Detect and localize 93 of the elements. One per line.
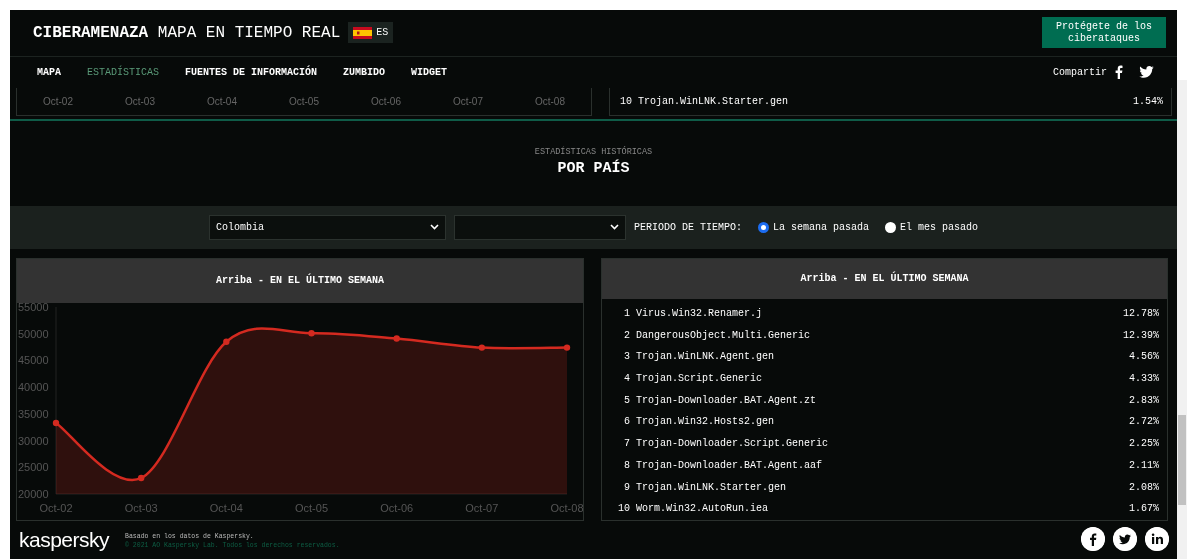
threat-share: 4.56% — [1129, 350, 1159, 365]
panel-title: Arriba - EN EL ÚLTIMO SEMANA — [17, 258, 583, 303]
axis-label: 35000 — [18, 407, 49, 420]
threat-name: Trojan.WinLNK.Agent.gen — [636, 350, 775, 365]
period-label: PERIODO DE TIEMPO: — [633, 220, 742, 235]
protect-button[interactable]: Protégete de los ciberataques — [1042, 17, 1166, 49]
threat-share: 2.83% — [1129, 393, 1159, 408]
threat-name: DangerousObject.Multi.Generic — [636, 328, 811, 343]
axis-label: Oct-04 — [209, 501, 243, 514]
scrollbar[interactable] — [1177, 80, 1187, 559]
rank-number: 4 — [623, 372, 630, 387]
threat-share: 2.25% — [1129, 437, 1159, 452]
threat-name: Trojan.WinLNK.Starter.gen — [638, 94, 789, 109]
logo[interactable]: kaspersky — [19, 523, 110, 555]
axis-label: Oct-03 — [125, 94, 155, 109]
radio-button[interactable] — [758, 221, 769, 233]
rank-number: 8 — [623, 458, 630, 473]
axis-label: Oct-02 — [39, 501, 73, 514]
nav-tab[interactable]: FUENTES DE INFORMACIÓN — [185, 64, 318, 80]
data-point — [223, 338, 230, 345]
threat-name: Trojan.Win32.Hosts2.gen — [636, 415, 775, 430]
scrollbar-thumb[interactable] — [1178, 415, 1186, 505]
radio-label: La semana pasada — [773, 220, 869, 235]
rank-number: 5 — [623, 393, 630, 408]
chevron-icon — [609, 224, 619, 231]
axis-label: Oct-03 — [124, 501, 158, 514]
panel-title: Arriba - EN EL ÚLTIMO SEMANA — [602, 258, 1167, 299]
threat-name: Trojan.WinLNK.Starter.gen — [636, 480, 787, 495]
threat-name: Virus.Win32.Renamer.j — [636, 307, 763, 321]
linkedin-icon[interactable] — [1145, 527, 1169, 551]
data-point — [393, 334, 400, 342]
facebook-icon[interactable] — [1115, 65, 1123, 80]
data-point — [478, 343, 486, 351]
rank-number: 3 — [623, 350, 630, 365]
data-point — [137, 474, 145, 481]
threat-share: 2.11% — [1129, 458, 1159, 473]
section-subtitle: ESTADÍSTICAS HISTÓRICAS — [534, 145, 653, 159]
twitter-icon[interactable] — [1113, 527, 1137, 551]
axis-label: Oct-07 — [465, 501, 499, 514]
axis-label: Oct-08 — [550, 501, 583, 514]
rank-number: 6 — [623, 415, 630, 430]
axis-label: 25000 — [18, 460, 49, 473]
axis-label: Oct-06 — [371, 94, 401, 109]
site-title: CIBERAMENAZA MAPA EN TIEMPO REAL — [33, 22, 341, 44]
axis-label: 45000 — [18, 353, 49, 366]
axis-label: Oct-07 — [453, 94, 483, 109]
threat-name: Trojan-Downloader.BAT.Agent.aaf — [636, 458, 823, 473]
radio-button[interactable] — [885, 221, 896, 233]
data-point — [52, 419, 60, 426]
axis-label: 50000 — [18, 327, 49, 340]
threat-share: 1.67% — [1129, 502, 1159, 517]
country-select[interactable]: Colombia — [208, 214, 446, 240]
axis-label: 40000 — [18, 380, 49, 393]
flag-icon — [353, 26, 373, 39]
rank-number: 1 — [623, 307, 630, 321]
threat-name: Trojan-Downloader.BAT.Agent.zt — [636, 393, 817, 408]
data-point — [563, 343, 571, 351]
threat-share: 2.72% — [1129, 415, 1159, 430]
section-title: POR PAÍS — [557, 158, 630, 180]
nav-tab[interactable]: WIDGET — [411, 64, 448, 80]
axis-label: Oct-05 — [289, 94, 319, 109]
threat-name: Trojan-Downloader.Script.Generic — [636, 437, 829, 452]
nav-tab[interactable]: ZUMBIDO — [343, 64, 386, 80]
threat-share: 12.78% — [1123, 307, 1159, 321]
threat-share: 4.33% — [1129, 372, 1159, 387]
axis-label: Oct-04 — [207, 94, 237, 109]
axis-label: Oct-02 — [43, 94, 73, 109]
rank-number: 9 — [623, 480, 630, 495]
axis-label: 55000 — [18, 302, 49, 313]
threat-share: 1.54% — [1133, 94, 1163, 109]
threat-share: 2.08% — [1129, 480, 1159, 495]
axis-label: 30000 — [18, 434, 49, 447]
nav-tab[interactable]: MAPA — [37, 64, 61, 80]
share-label: Compartir — [1053, 65, 1107, 80]
axis-label: Oct-06 — [380, 501, 414, 514]
language-selector[interactable]: ES — [348, 22, 394, 44]
facebook-icon[interactable] — [1081, 527, 1105, 551]
nav-tab[interactable]: ESTADÍSTICAS — [87, 64, 160, 80]
language-code: ES — [376, 26, 389, 41]
data-point — [308, 329, 315, 336]
twitter-icon[interactable] — [1139, 66, 1154, 79]
chevron-icon — [429, 224, 439, 231]
rank-number: 10 — [617, 502, 630, 517]
threat-share: 12.39% — [1123, 328, 1159, 343]
rank-number: 10 — [619, 94, 632, 109]
axis-label: Oct-05 — [295, 501, 328, 514]
threat-name: Trojan.Script.Generic — [636, 372, 763, 387]
rank-number: 2 — [623, 328, 630, 343]
threat-name: Worm.Win32.AutoRun.iea — [636, 502, 769, 517]
rank-number: 7 — [623, 437, 630, 452]
radio-label: El mes pasado — [900, 220, 979, 235]
axis-label: 20000 — [18, 487, 49, 500]
axis-label: Oct-08 — [535, 94, 565, 109]
